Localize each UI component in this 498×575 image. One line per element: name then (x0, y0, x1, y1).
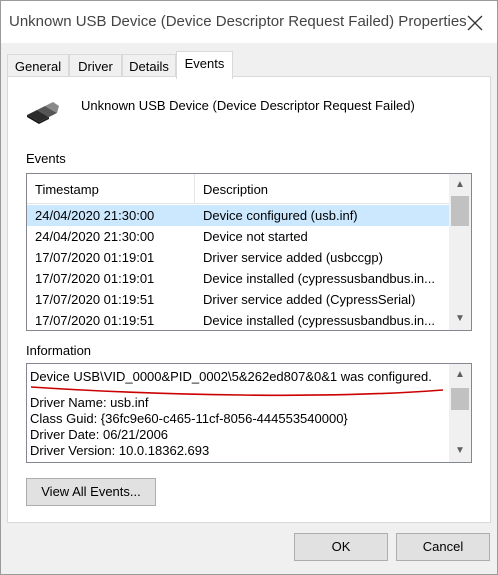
window-title: Unknown USB Device (Device Descriptor Re… (9, 13, 467, 30)
event-timestamp: 17/07/2020 01:19:01 (35, 250, 155, 265)
close-icon[interactable] (463, 11, 487, 35)
column-header-timestamp[interactable]: Timestamp (27, 174, 195, 204)
event-row[interactable]: 17/07/2020 01:19:51 Device installed (cy… (27, 310, 449, 330)
event-description: Device not started (203, 229, 308, 244)
event-timestamp: 24/04/2020 21:30:00 (35, 208, 155, 223)
scroll-down-icon[interactable]: ▼ (449, 442, 471, 460)
events-scroll-thumb[interactable] (451, 196, 469, 226)
tab-driver[interactable]: Driver (69, 54, 122, 77)
properties-dialog: Unknown USB Device (Device Descriptor Re… (0, 0, 498, 575)
events-list[interactable]: Timestamp Description 24/04/2020 21:30:0… (26, 173, 472, 331)
title-bar: Unknown USB Device (Device Descriptor Re… (1, 1, 497, 43)
info-line-blank (30, 385, 448, 395)
information-scroll-thumb[interactable] (451, 388, 469, 410)
event-timestamp: 17/07/2020 01:19:01 (35, 271, 155, 286)
event-row[interactable]: 17/07/2020 01:19:51 Driver service added… (27, 289, 449, 310)
scroll-up-icon[interactable]: ▲ (449, 366, 471, 384)
scroll-up-icon[interactable]: ▲ (449, 176, 471, 194)
event-timestamp: 17/07/2020 01:19:51 (35, 313, 155, 328)
column-header-description[interactable]: Description (195, 174, 449, 204)
information-scrollbar[interactable]: ▲ ▼ (449, 364, 471, 462)
tab-general[interactable]: General (7, 54, 69, 77)
events-list-header: Timestamp Description (27, 174, 449, 204)
events-scrollbar[interactable]: ▲ ▼ (449, 174, 471, 330)
event-row[interactable]: 24/04/2020 21:30:00 Device configured (u… (27, 205, 449, 226)
event-row[interactable]: 17/07/2020 01:19:01 Device installed (cy… (27, 268, 449, 289)
tab-details[interactable]: Details (122, 54, 176, 77)
event-row[interactable]: 24/04/2020 21:30:00 Device not started (27, 226, 449, 247)
event-row[interactable]: 17/07/2020 01:19:01 Driver service added… (27, 247, 449, 268)
event-description: Device configured (usb.inf) (203, 208, 358, 223)
info-line-configured: Device USB\VID_0000&PID_0002\5&262ed807&… (30, 369, 432, 384)
view-all-events-button[interactable]: View All Events... (26, 478, 156, 506)
event-description: Device installed (cypressusbandbus.in... (203, 313, 435, 328)
event-description: Device installed (cypressusbandbus.in... (203, 271, 435, 286)
ok-button[interactable]: OK (294, 533, 388, 561)
info-line-driver-date: Driver Date: 06/21/2006 (30, 427, 169, 442)
device-name: Unknown USB Device (Device Descriptor Re… (81, 98, 415, 113)
tab-events[interactable]: Events (176, 51, 233, 79)
info-line-driver-name: Driver Name: usb.inf (30, 395, 149, 410)
info-line-class-guid: Class Guid: {36fc9e60-c465-11cf-8056-444… (30, 411, 348, 426)
events-section-label: Events (26, 151, 66, 166)
information-box[interactable]: Device USB\VID_0000&PID_0002\5&262ed807&… (26, 363, 472, 463)
scroll-down-icon[interactable]: ▼ (449, 310, 471, 328)
event-description: Driver service added (CypressSerial) (203, 292, 416, 307)
usb-plug-icon (27, 102, 59, 124)
event-description: Driver service added (usbccgp) (203, 250, 383, 265)
info-line-driver-version: Driver Version: 10.0.18362.693 (30, 443, 210, 458)
cancel-button[interactable]: Cancel (396, 533, 490, 561)
information-section-label: Information (26, 343, 92, 358)
event-timestamp: 24/04/2020 21:30:00 (35, 229, 155, 244)
information-text: Device USB\VID_0000&PID_0002\5&262ed807&… (30, 369, 448, 459)
event-timestamp: 17/07/2020 01:19:51 (35, 292, 155, 307)
